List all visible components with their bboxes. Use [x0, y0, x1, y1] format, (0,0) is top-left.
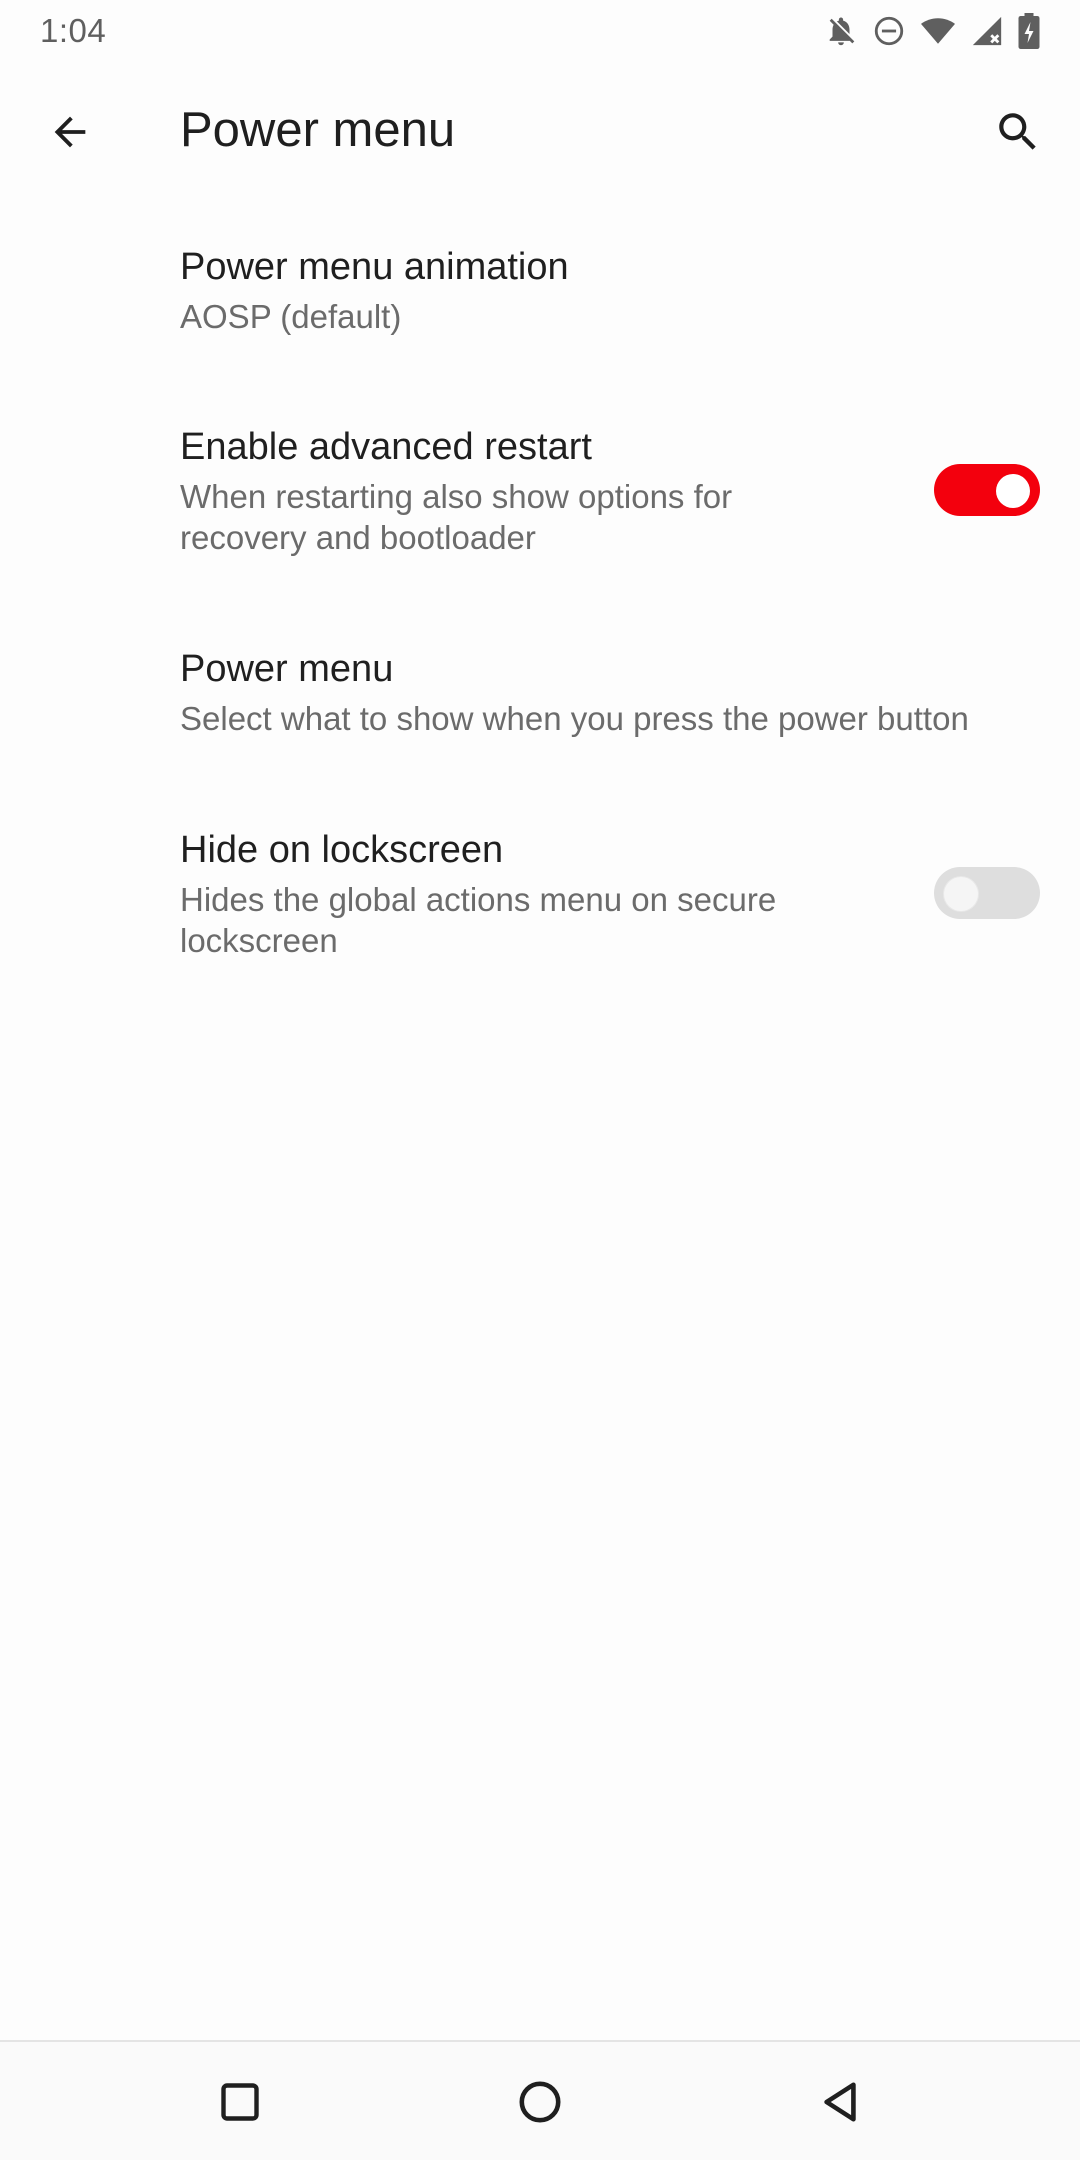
- pref-power-menu-animation[interactable]: Power menu animation AOSP (default): [0, 230, 1080, 380]
- pref-power-menu[interactable]: Power menu Select what to show when you …: [0, 632, 1080, 782]
- status-time: 1:04: [40, 12, 107, 49]
- signal-icon: [970, 14, 1004, 48]
- search-icon: [999, 113, 1036, 150]
- switch-thumb: [996, 474, 1030, 508]
- wifi-icon: [920, 14, 956, 48]
- page-title: Power menu: [180, 103, 456, 157]
- status-bar: 1:04: [0, 0, 1080, 62]
- do-not-disturb-icon: [872, 14, 906, 48]
- battery-charging-icon: [1018, 13, 1040, 49]
- app-bar: Power menu: [0, 62, 1080, 198]
- pref-hide-on-lockscreen[interactable]: Hide on lockscreen Hides the global acti…: [0, 813, 1080, 1003]
- nav-bar: [0, 2040, 1080, 2160]
- pref-title: Power menu animation: [180, 246, 569, 288]
- status-icons: [824, 13, 1040, 49]
- pref-title: Hide on lockscreen: [180, 829, 504, 871]
- pref-enable-advanced-restart[interactable]: Enable advanced restart When restarting …: [0, 410, 1080, 600]
- search-button[interactable]: [978, 92, 1058, 172]
- switch-thumb: [944, 877, 978, 911]
- pref-summary-line1: When restarting also show options for: [180, 478, 733, 515]
- pref-title: Power menu: [180, 648, 394, 690]
- back-button[interactable]: [30, 92, 110, 172]
- hide-on-lockscreen-switch[interactable]: [934, 867, 1040, 919]
- pref-summary-line1: Hides the global actions menu on secure: [180, 881, 777, 918]
- recents-icon: [221, 2083, 259, 2121]
- screen: 1:04 Power menu Power menu animation AOS…: [0, 0, 1080, 2160]
- nav-back-button[interactable]: [800, 2062, 880, 2142]
- home-button[interactable]: [500, 2062, 580, 2142]
- pref-summary: Select what to show when you press the p…: [180, 700, 969, 737]
- recents-button[interactable]: [200, 2062, 280, 2142]
- pref-summary: AOSP (default): [180, 298, 402, 335]
- pref-summary-line2: lockscreen: [180, 922, 338, 959]
- pref-title: Enable advanced restart: [180, 426, 592, 468]
- pref-summary-line2: recovery and bootloader: [180, 519, 536, 556]
- home-icon: [519, 2081, 561, 2123]
- notifications-off-icon: [824, 14, 858, 48]
- back-triangle-icon: [824, 2082, 856, 2122]
- arrow-back-icon: [54, 116, 86, 148]
- advanced-restart-switch[interactable]: [934, 464, 1040, 516]
